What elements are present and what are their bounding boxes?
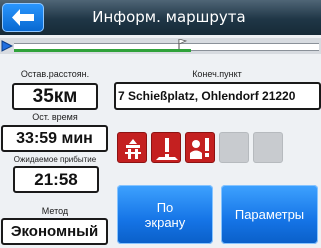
route-progress-fill bbox=[14, 49, 191, 52]
driver-warning-icon bbox=[190, 138, 209, 159]
back-button[interactable] bbox=[2, 3, 44, 32]
parameters-label: Параметры bbox=[234, 207, 305, 222]
route-method-value[interactable]: Экономный bbox=[1, 218, 108, 245]
route-progress-bar bbox=[0, 38, 321, 54]
road-warning-icon bbox=[156, 138, 178, 160]
fit-to-screen-button[interactable]: По экрану bbox=[117, 185, 213, 244]
arrival-label: Ожидаемое прибытие bbox=[13, 155, 97, 164]
method-label: Метод bbox=[41, 206, 69, 216]
empty-warning-slot bbox=[253, 132, 283, 163]
title-bar: Информ. маршрута bbox=[0, 0, 321, 35]
toll-road-icon bbox=[125, 139, 141, 159]
parameters-button[interactable]: Параметры bbox=[221, 185, 318, 244]
vehicle-position-icon bbox=[1, 40, 13, 52]
empty-warning-slot bbox=[219, 132, 249, 163]
destination-label: Конеч.пункт bbox=[192, 69, 242, 79]
fit-to-screen-label-line2: экрану bbox=[144, 214, 186, 230]
toll-road-warning[interactable] bbox=[117, 132, 147, 163]
remaining-distance-label: Остав.расстоян. bbox=[20, 69, 90, 79]
destination-value: 7 Schießplatz, Ohlendorf 21220 bbox=[114, 82, 321, 110]
back-arrow-icon bbox=[12, 9, 34, 26]
waypoint-flag-icon bbox=[178, 39, 188, 49]
remaining-time-value: 33:59 мин bbox=[1, 125, 108, 152]
page-title: Информ. маршрута bbox=[92, 8, 246, 26]
arrival-value: 21:58 bbox=[13, 166, 99, 193]
remaining-time-label: Ост. время bbox=[32, 112, 78, 122]
driver-warning[interactable] bbox=[185, 132, 215, 163]
fit-to-screen-label-line1: По bbox=[156, 199, 174, 215]
remaining-distance-value: 35км bbox=[12, 83, 98, 110]
road-warning[interactable] bbox=[151, 132, 181, 163]
